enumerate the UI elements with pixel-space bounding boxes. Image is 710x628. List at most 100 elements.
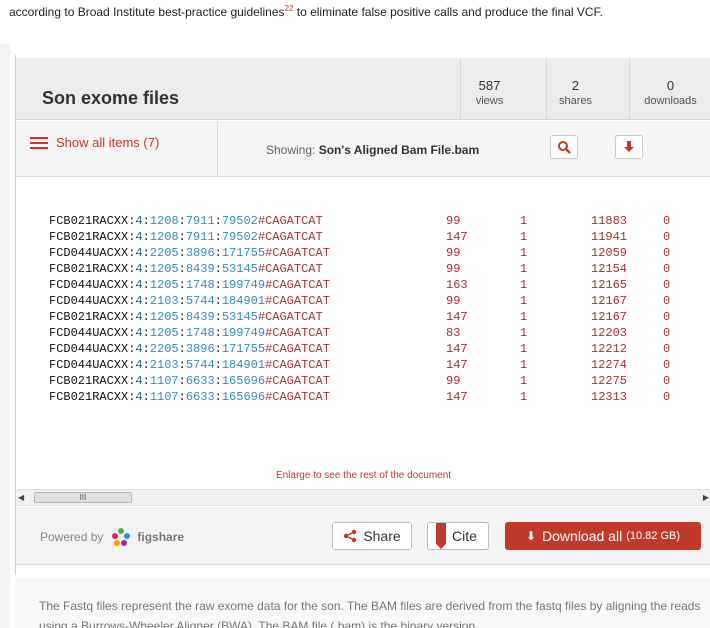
download-file-button[interactable] <box>615 135 643 159</box>
separator: : <box>214 374 222 388</box>
separator: : <box>214 278 222 292</box>
sam-records-table: FCB021RACXX:4:1208:7911:79502#CAGATCAT 99… <box>49 213 670 405</box>
mapq-cell: 0 <box>663 262 671 276</box>
table-row: FCB021RACXX:4:1107:6633:165696#CAGATCAT 9… <box>49 373 670 389</box>
barcode-tag: #CAGATCAT <box>257 310 323 324</box>
flowcell-id: FCD044UACXX <box>49 326 129 340</box>
download-all-label: Download all <box>542 528 623 544</box>
y-coord: 199749 <box>221 326 266 340</box>
flowcell-id: FCD044UACXX <box>49 246 129 260</box>
widget-footer: Powered by figshare Share Cite ⬇ Downloa… <box>16 507 710 565</box>
y-coord: 165696 <box>221 390 266 404</box>
file-preview: FCB021RACXX:4:1208:7911:79502#CAGATCAT 99… <box>16 178 710 450</box>
scroll-right-arrow-icon[interactable]: ▶ <box>703 493 709 502</box>
separator: : <box>214 294 222 308</box>
separator: : <box>178 294 186 308</box>
barcode-tag: #CAGATCAT <box>265 246 330 260</box>
tile-number: 1205 <box>149 310 179 324</box>
separator: : <box>178 358 186 372</box>
widget-title: Son exome files <box>42 88 180 108</box>
separator: : <box>214 262 222 276</box>
tile-number: 1208 <box>149 214 179 228</box>
flowcell-id: FCD044UACXX <box>49 358 129 372</box>
barcode-tag: #CAGATCAT <box>265 278 330 292</box>
tile-number: 2205 <box>149 342 179 356</box>
reference-cell: 1 <box>520 310 528 324</box>
views-label: views <box>475 95 504 107</box>
read-name-cell: FCB021RACXX:4:1208:7911:79502#CAGATCAT <box>49 229 446 245</box>
separator: : <box>142 374 150 388</box>
separator: : <box>178 342 186 356</box>
position-cell: 12154 <box>591 262 628 276</box>
search-button[interactable] <box>550 135 578 159</box>
position-cell: 12275 <box>591 374 628 388</box>
barcode-tag: #CAGATCAT <box>265 342 330 356</box>
flowcell-id: FCD044UACXX <box>49 342 129 356</box>
hamburger-menu-icon <box>30 136 48 149</box>
y-coord: 165696 <box>221 374 266 388</box>
separator: : <box>142 230 150 244</box>
read-name-cell: FCD044UACXX:4:2205:3896:171755#CAGATCAT <box>49 245 446 261</box>
flowcell-id: FCB021RACXX <box>49 390 129 404</box>
intro-paragraph: according to Broad Institute best-practi… <box>0 0 710 50</box>
scroll-left-arrow-icon[interactable]: ◀ <box>18 493 24 502</box>
mapq-cell: 0 <box>663 294 671 308</box>
separator: : <box>214 230 222 244</box>
enlarge-link[interactable]: Enlarge to see the rest of the document <box>16 470 710 481</box>
separator: : <box>178 374 186 388</box>
separator: : <box>142 294 150 308</box>
separator: : <box>214 310 222 324</box>
position-cell: 11941 <box>591 230 628 244</box>
read-name-cell: FCB021RACXX:4:1107:6633:165696#CAGATCAT <box>49 389 446 405</box>
show-all-items-button[interactable]: Show all items (7) <box>30 135 159 150</box>
separator: : <box>142 278 150 292</box>
horizontal-scrollbar[interactable]: ◀ III ▶ <box>16 489 710 506</box>
figshare-label[interactable]: figshare <box>137 530 184 544</box>
powered-by: Powered by figshare <box>40 527 184 547</box>
share-icon <box>344 529 357 543</box>
mapq-cell: 0 <box>663 214 671 228</box>
flag-cell: 99 <box>446 294 461 308</box>
downloads-stat: 0 downloads <box>629 58 710 120</box>
flag-cell: 99 <box>446 262 461 276</box>
lane-number: 4 <box>135 278 143 292</box>
table-row: FCD044UACXX:4:2103:5744:184901#CAGATCAT 1… <box>49 357 670 373</box>
position-cell: 12059 <box>591 246 628 260</box>
barcode-tag: #CAGATCAT <box>257 262 323 276</box>
flowcell-id: FCD044UACXX <box>49 294 129 308</box>
table-row: FCD044UACXX:4:2205:3896:171755#CAGATCAT 1… <box>49 341 670 357</box>
mapq-cell: 0 <box>663 390 671 404</box>
toolbar-divider <box>217 121 218 177</box>
flowcell-id: FCB021RACXX <box>49 374 129 388</box>
description-text: The Fastq files represent the raw exome … <box>39 599 701 628</box>
left-page-rail <box>0 44 10 628</box>
separator: : <box>142 214 150 228</box>
scrollbar-thumb[interactable]: III <box>34 492 132 503</box>
lane-number: 4 <box>135 374 143 388</box>
figshare-logo-icon[interactable] <box>111 527 131 547</box>
mapq-cell: 0 <box>663 246 671 260</box>
lane-number: 4 <box>135 390 143 404</box>
cite-button[interactable]: Cite <box>427 522 489 550</box>
read-name-cell: FCD044UACXX:4:2103:5744:184901#CAGATCAT <box>49 357 446 373</box>
tile-number: 1205 <box>149 278 179 292</box>
reference-cell: 1 <box>520 358 528 372</box>
barcode-tag: #CAGATCAT <box>265 294 330 308</box>
reference-cell: 1 <box>520 246 528 260</box>
separator: : <box>178 310 186 324</box>
reference-cell: 1 <box>520 214 528 228</box>
reference-cell: 1 <box>520 390 528 404</box>
separator: : <box>214 246 222 260</box>
y-coord: 171755 <box>221 246 266 260</box>
tile-number: 1205 <box>149 326 179 340</box>
table-row: FCB021RACXX:4:1107:6633:165696#CAGATCAT 1… <box>49 389 670 405</box>
share-button[interactable]: Share <box>332 522 412 550</box>
lane-number: 4 <box>135 310 143 324</box>
y-coord: 79502 <box>221 230 258 244</box>
download-all-button[interactable]: ⬇ Download all (10.82 GB) <box>505 522 701 550</box>
tile-number: 2205 <box>149 246 179 260</box>
file-description: The Fastq files represent the raw exome … <box>15 578 710 628</box>
widget-header: Son exome files 587 views 2 shares 0 dow… <box>16 58 710 120</box>
shares-stat: 2 shares <box>546 58 604 120</box>
reference-cell: 1 <box>520 294 528 308</box>
